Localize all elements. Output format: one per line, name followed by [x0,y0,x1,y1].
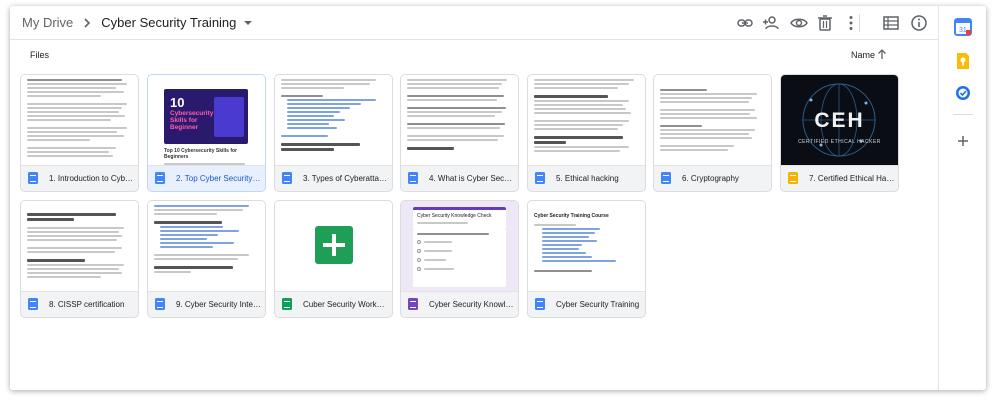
docs-icon [155,172,165,184]
docs-icon [535,172,545,184]
file-thumbnail [275,201,392,292]
docs-icon [535,298,545,310]
add-person-icon[interactable] [762,14,780,32]
side-panel-divider [953,114,973,115]
promo-image: 10 Cybersecurity Skills for Beginner [164,89,248,144]
file-name: 9. Cyber Security Interview Questions [176,299,262,309]
link-icon[interactable] [736,14,754,32]
drive-window: My Drive Cyber Security Training 31 File… [10,6,986,390]
radio-icon [417,240,421,244]
form-title: Cyber Security Knowledge Check [417,213,492,219]
sheets-large-icon [315,226,353,264]
doc-title: Cyber Security Training Course [534,213,609,219]
radio-icon [417,258,421,262]
file-name: 6. Cryptography [682,173,739,183]
file-card[interactable]: 5. Ethical hacking [527,74,646,192]
forms-icon [408,298,418,310]
folder-name: Cyber Security Training [101,15,237,30]
file-thumbnail [148,201,265,292]
slides-icon [788,172,798,184]
arrow-up-icon[interactable] [876,48,888,60]
breadcrumb: My Drive Cyber Security Training [10,6,938,40]
file-name: 5. Ethical hacking [556,173,619,183]
breadcrumb-current-folder[interactable]: Cyber Security Training [101,15,253,30]
docs-icon [28,298,38,310]
file-card[interactable]: Cyber Security Knowledge Check Cyber Sec… [400,200,519,318]
docs-icon [28,172,38,184]
file-card[interactable]: 4. What is Cyber Security [400,74,519,192]
files-section-label: Files [30,50,50,60]
svg-text:31: 31 [959,27,967,34]
calendar-icon[interactable]: 31 [954,18,972,36]
laptop-illustration [214,97,244,137]
file-card[interactable]: 3. Types of Cyberattacks [274,74,393,192]
form-preview: Cyber Security Knowledge Check [401,201,518,291]
file-name: Cuber Security Workbook [303,299,389,309]
file-thumbnail [275,75,392,166]
file-thumbnail [654,75,771,166]
file-name: 3. Types of Cyberattacks [303,173,389,183]
promo-caption: Top 10 Cybersecurity Skills for Beginner… [164,148,237,160]
info-icon[interactable] [910,14,928,32]
add-icon[interactable] [954,132,972,150]
breadcrumb-my-drive[interactable]: My Drive [22,15,73,30]
docs-icon [408,172,418,184]
file-thumbnail [528,75,645,166]
docs-icon [155,298,165,310]
file-name: Cyber Security Knowledge Check [429,299,515,309]
ceh-slide-image: CEH CERTIFIED ETHICAL HACKER [781,75,898,165]
file-card[interactable]: 9. Cyber Security Interview Questions [147,200,266,318]
file-thumbnail [21,201,138,292]
promo-title: Cybersecurity Skills for Beginner [170,110,214,131]
toolbar-divider [859,14,860,32]
promo-number: 10 [170,95,185,110]
caret-down-icon [244,20,253,25]
more-vert-icon[interactable] [842,14,860,32]
file-card[interactable]: 10 Cybersecurity Skills for Beginner Top… [147,74,266,192]
file-card[interactable]: Cyber Security Training Course Cyber Sec… [527,200,646,318]
file-thumbnail: Cyber Security Training Course [528,201,645,292]
files-header: Files Name [10,40,938,70]
radio-icon [417,249,421,253]
file-thumbnail [401,75,518,166]
docs-icon [282,172,292,184]
list-view-icon[interactable] [882,14,900,32]
sort-name-button[interactable]: Name [851,50,875,60]
file-thumbnail: Cyber Security Knowledge Check [401,201,518,292]
file-card[interactable]: Cuber Security Workbook [274,200,393,318]
file-name: 7. Certified Ethical Hacker [809,173,895,183]
file-card[interactable]: 1. Introduction to Cyber Security [20,74,139,192]
ceh-logo-text: CEH [814,109,865,132]
file-name: Cyber Security Training [556,299,640,309]
radio-icon [417,267,421,271]
file-name: 4. What is Cyber Security [429,173,515,183]
preview-eye-icon[interactable] [790,14,808,32]
docs-icon [661,172,671,184]
form-question-card [413,229,506,287]
file-thumbnail: CEH CERTIFIED ETHICAL HACKER [781,75,898,166]
sheets-icon [282,298,292,310]
trash-icon[interactable] [816,14,834,32]
file-card[interactable]: 6. Cryptography [653,74,772,192]
ceh-caption: CERTIFIED ETHICAL HACKER [798,139,881,145]
file-thumbnail [21,75,138,166]
side-panel: 31 [938,6,986,390]
chevron-right-icon [84,17,91,28]
file-card[interactable]: CEH CERTIFIED ETHICAL HACKER 7. Certifie… [780,74,899,192]
file-thumbnail: 10 Cybersecurity Skills for Beginner Top… [148,75,265,166]
tasks-icon[interactable] [954,84,972,102]
file-name: 2. Top Cyber Security Skills [176,173,262,183]
file-name: 8. CISSP certification [49,299,125,309]
keep-icon[interactable] [954,52,972,70]
file-card[interactable]: 8. CISSP certification [20,200,139,318]
form-header-card: Cyber Security Knowledge Check [413,207,506,229]
file-name: 1. Introduction to Cyber Security [49,173,135,183]
